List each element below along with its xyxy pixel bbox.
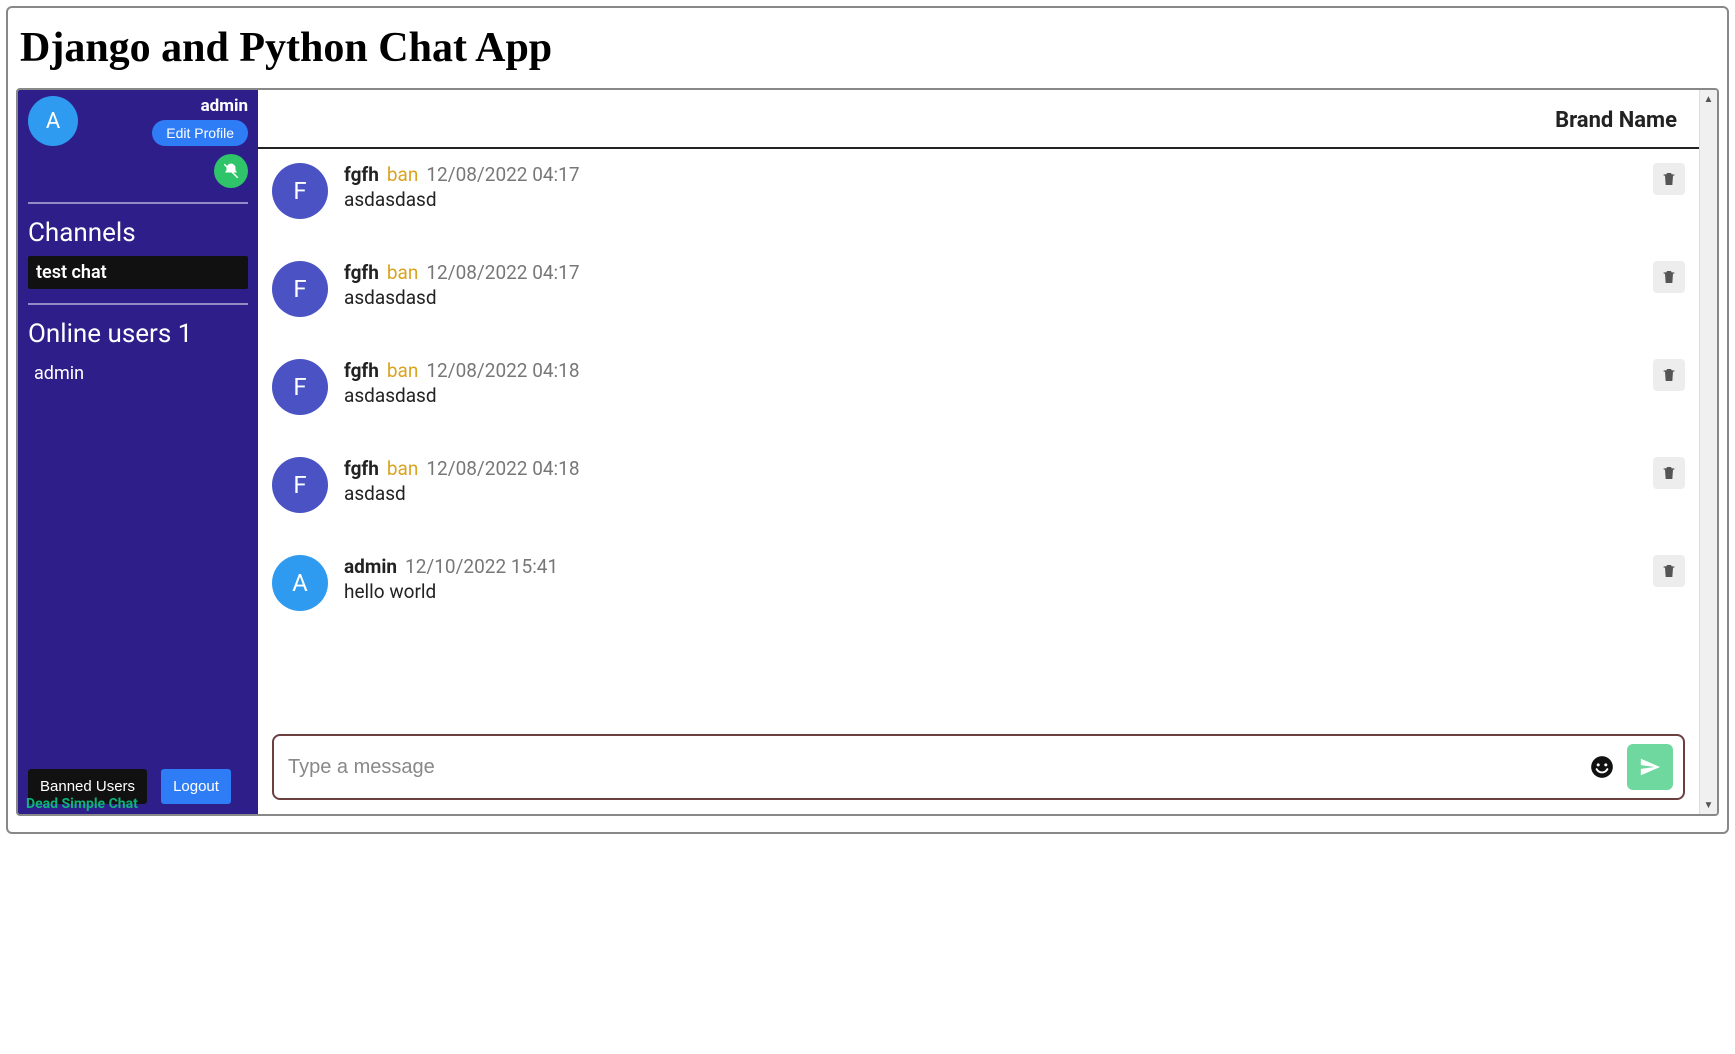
message-timestamp: 12/08/2022 04:17 xyxy=(426,261,579,284)
message-avatar[interactable]: F xyxy=(272,457,328,513)
emoji-button[interactable] xyxy=(1589,754,1615,780)
delete-message-button[interactable] xyxy=(1653,163,1685,195)
message-input[interactable] xyxy=(288,756,1577,779)
mute-button[interactable] xyxy=(214,154,248,188)
message-text: asdasd xyxy=(344,482,1637,505)
trash-icon xyxy=(1661,465,1677,481)
divider xyxy=(28,202,248,204)
message-username: fgfh xyxy=(344,359,379,382)
profile-section: A admin Edit Profile xyxy=(28,96,248,146)
message-header: fgfhban 12/08/2022 04:18 xyxy=(344,457,1637,480)
logout-button[interactable]: Logout xyxy=(161,769,231,804)
message-row: Ffgfhban 12/08/2022 04:17asdasdasd xyxy=(272,153,1685,251)
current-user-name: admin xyxy=(88,96,248,116)
message-avatar[interactable]: F xyxy=(272,163,328,219)
current-user-avatar[interactable]: A xyxy=(28,96,78,146)
message-timestamp: 12/08/2022 04:18 xyxy=(426,359,579,382)
message-timestamp: 12/08/2022 04:18 xyxy=(426,457,579,480)
message-avatar[interactable]: F xyxy=(272,359,328,415)
message-header: admin 12/10/2022 15:41 xyxy=(344,555,1637,578)
composer xyxy=(272,734,1685,800)
scroll-down-arrow[interactable]: ▼ xyxy=(1700,796,1717,814)
channels-list: test chat xyxy=(28,256,248,289)
ban-user-link[interactable]: ban xyxy=(387,163,419,186)
message-row: Aadmin 12/10/2022 15:41hello world xyxy=(272,545,1685,643)
bell-slash-icon xyxy=(222,162,240,180)
avatar-initial: A xyxy=(46,109,60,134)
message-username: fgfh xyxy=(344,163,379,186)
footer-link: Dead Simple Chat xyxy=(26,796,138,812)
message-body: fgfhban 12/08/2022 04:17asdasdasd xyxy=(344,261,1637,317)
message-body: fgfhban 12/08/2022 04:18asdasd xyxy=(344,457,1637,513)
online-users-heading: Online users 1 xyxy=(28,319,248,349)
message-username: fgfh xyxy=(344,261,379,284)
message-text: asdasdasd xyxy=(344,188,1637,211)
scroll-up-arrow[interactable]: ▲ xyxy=(1700,90,1717,108)
messages-list[interactable]: Ffgfhban12/08/2022 04:17asdasdasdFfgfhba… xyxy=(258,149,1699,734)
channels-heading: Channels xyxy=(28,218,248,248)
delete-message-button[interactable] xyxy=(1653,457,1685,489)
brand-name: Brand Name xyxy=(1555,108,1677,133)
message-body: admin 12/10/2022 15:41hello world xyxy=(344,555,1637,611)
message-row: Ffgfhban 12/08/2022 04:17asdasdasd xyxy=(272,251,1685,349)
message-body: fgfhban 12/08/2022 04:17asdasdasd xyxy=(344,163,1637,219)
trash-icon xyxy=(1661,563,1677,579)
delete-message-button[interactable] xyxy=(1653,359,1685,391)
message-text: hello world xyxy=(344,580,1637,603)
dead-simple-chat-link[interactable]: Dead Simple Chat xyxy=(26,796,138,812)
delete-message-button[interactable] xyxy=(1653,555,1685,587)
chat-header: Brand Name xyxy=(258,90,1699,149)
divider xyxy=(28,303,248,305)
message-timestamp: 12/08/2022 04:17 xyxy=(426,163,579,186)
message-username: fgfh xyxy=(344,457,379,480)
channel-item[interactable]: test chat xyxy=(28,256,248,289)
message-header: fgfhban 12/08/2022 04:18 xyxy=(344,359,1637,382)
message-header: fgfhban 12/08/2022 04:17 xyxy=(344,163,1637,186)
online-users-list: admin xyxy=(28,357,248,384)
message-row: Ffgfhban 12/08/2022 04:18asdasdasd xyxy=(272,349,1685,447)
trash-icon xyxy=(1661,269,1677,285)
ban-user-link[interactable]: ban xyxy=(387,359,419,382)
message-text: asdasdasd xyxy=(344,286,1637,309)
page-title: Django and Python Chat App xyxy=(20,24,1719,72)
send-button[interactable] xyxy=(1627,744,1673,790)
trash-icon xyxy=(1661,171,1677,187)
profile-info: admin Edit Profile xyxy=(88,96,248,146)
online-user-item[interactable]: admin xyxy=(34,363,248,384)
message-text: asdasdasd xyxy=(344,384,1637,407)
delete-message-button[interactable] xyxy=(1653,261,1685,293)
main-area: Brand Name Ffgfhban12/08/2022 04:17asdas… xyxy=(258,90,1699,814)
message-body: fgfhban 12/08/2022 04:18asdasdasd xyxy=(344,359,1637,415)
ban-user-link[interactable]: ban xyxy=(387,457,419,480)
message-header: fgfhban 12/08/2022 04:17 xyxy=(344,261,1637,284)
app-frame: Django and Python Chat App A admin Edit … xyxy=(6,6,1729,834)
message-row: Ffgfhban 12/08/2022 04:18asdasd xyxy=(272,447,1685,545)
ban-user-link[interactable]: ban xyxy=(387,261,419,284)
smile-icon xyxy=(1589,754,1615,780)
message-timestamp: 12/10/2022 15:41 xyxy=(405,555,558,578)
message-avatar[interactable]: F xyxy=(272,261,328,317)
sidebar: A admin Edit Profile Channels test chat … xyxy=(18,90,258,814)
message-username: admin xyxy=(344,555,397,578)
message-avatar[interactable]: A xyxy=(272,555,328,611)
paper-plane-icon xyxy=(1639,756,1661,778)
chat-frame: A admin Edit Profile Channels test chat … xyxy=(16,88,1719,816)
trash-icon xyxy=(1661,367,1677,383)
edit-profile-button[interactable]: Edit Profile xyxy=(152,120,248,146)
scrollbar[interactable]: ▲ ▼ xyxy=(1699,90,1717,814)
